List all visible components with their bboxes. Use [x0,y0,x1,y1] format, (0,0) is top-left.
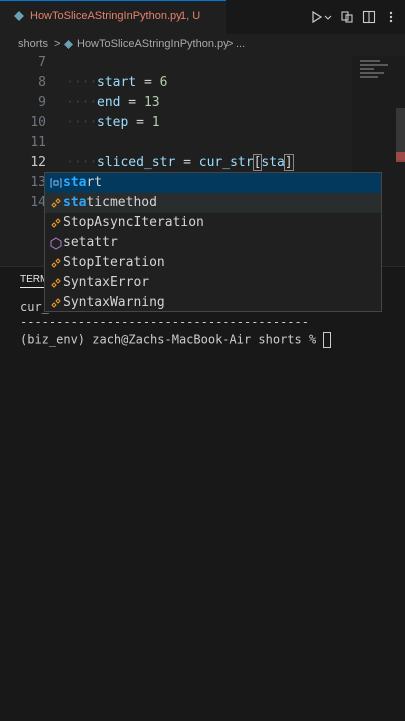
suggestion-item[interactable]: start [45,173,381,193]
editor-tab[interactable]: HowToSliceAStringInPython.py 1, U [0,0,226,34]
scrollbar-error-marker [396,152,405,162]
python-file-icon [14,11,24,21]
match-highlight: sta [63,195,87,210]
suggestion-label: setattr [63,235,118,250]
python-file-icon [64,40,73,49]
line-number: 12 [30,155,46,170]
operator: = [120,95,144,110]
suggestion-label: SyntaxError [63,275,150,290]
suggestion-label: SyntaxWarning [63,295,165,310]
suggestion-item[interactable]: staticmethod [45,193,381,213]
line-number: 9 [38,95,46,110]
breadcrumb-folder[interactable]: shorts [18,38,48,50]
suggestion-label: StopIteration [63,255,165,270]
suggestion-item[interactable]: SyntaxError [45,273,381,293]
autocomplete-popup[interactable]: start staticmethod StopAsyncIteration se… [44,172,382,312]
suggestion-item[interactable]: StopIteration [45,253,381,273]
suggestion-label: rt [86,175,103,190]
line-number: 11 [30,135,46,150]
terminal-panel[interactable]: TERM cur_ ------------------------------… [0,266,405,721]
run-icon[interactable] [310,10,324,24]
variable-name: start [97,75,137,90]
class-icon [51,278,61,288]
terminal-prompt-text: (biz_env) zach@Zachs-MacBook-Air shorts … [20,332,324,347]
chevron-down-icon[interactable] [324,10,332,24]
class-icon [51,258,61,268]
terminal-prompt: (biz_env) zach@Zachs-MacBook-Air shorts … [20,332,332,348]
suggestion-item[interactable]: setattr [45,233,381,253]
match-highlight: sta [63,175,87,190]
line-number: 14 [30,195,46,210]
variable-icon [50,178,62,188]
variable-name: step [97,115,129,130]
suggestion-item[interactable]: StopAsyncIteration [45,213,381,233]
suggestion-label: ticmethod [86,195,157,210]
typed-text: sta [261,155,285,170]
line-number: 8 [38,75,46,90]
number-literal: 1 [151,115,160,130]
breadcrumb-more[interactable]: ... [236,38,245,50]
line-number: 10 [30,115,46,130]
code-line: 8 ···· start = 6 [0,73,350,93]
tab-title: HowToSliceAStringInPython.py [30,10,182,22]
number-literal: 6 [159,75,168,90]
function-icon [50,237,62,250]
bracket: ] [283,154,294,171]
operator: = [128,115,152,130]
variable-name: cur_str [198,155,254,170]
tab-bar: HowToSliceAStringInPython.py 1, U [0,0,405,35]
code-line-active: 12 ···· sliced_str = cur_str[sta] [0,153,350,173]
code-line: 11 [0,133,350,153]
variable-name: end [97,95,121,110]
compare-changes-icon[interactable] [340,10,354,24]
terminal-cursor [323,332,332,348]
class-icon [51,198,61,208]
class-icon [51,298,61,308]
operator: = [175,155,199,170]
class-icon [51,218,61,228]
line-number: 7 [38,55,46,70]
suggestion-item[interactable]: SyntaxWarning [45,293,381,311]
terminal-divider: ---------------------------------------- [20,315,309,329]
operator: = [136,75,160,90]
line-number: 13 [30,175,46,190]
code-line: 7 [0,53,350,73]
breadcrumb-file[interactable]: HowToSliceAStringInPython.py [77,38,229,50]
more-actions-icon[interactable] [384,10,398,24]
suggestion-label: StopAsyncIteration [63,215,204,230]
code-line: 10 ···· step = 1 [0,113,350,133]
breadcrumb-separator: > [54,38,61,50]
split-editor-icon[interactable] [362,10,376,24]
tab-problem-badge: 1, U [180,10,201,22]
code-line: 9 ···· end = 13 [0,93,350,113]
breadcrumb-separator: > [227,38,234,50]
variable-name: sliced_str [97,155,176,170]
number-literal: 13 [143,95,160,110]
